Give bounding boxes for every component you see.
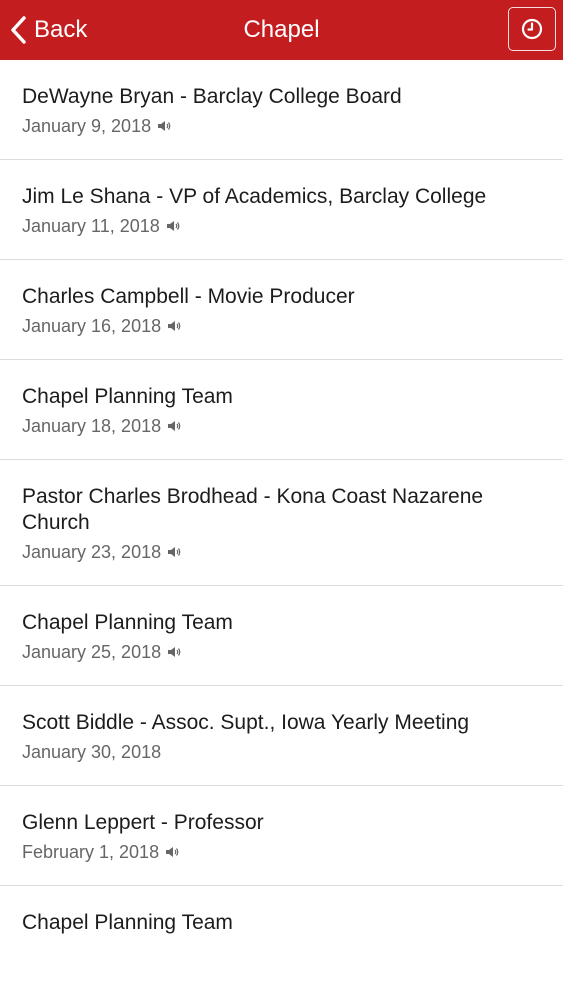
item-meta: February 1, 2018 xyxy=(22,840,541,864)
list-item[interactable]: Chapel Planning Team January 18, 2018 xyxy=(0,360,563,460)
item-date: January 23, 2018 xyxy=(22,542,162,562)
item-date: January 16, 2018 xyxy=(22,316,162,336)
item-title: DeWayne Bryan - Barclay College Board xyxy=(22,85,402,108)
page-title: Chapel xyxy=(243,16,320,43)
item-title: Chapel Planning Team xyxy=(22,911,233,934)
item-title: Glenn Leppert - Professor xyxy=(22,811,264,834)
navigation-bar: Back Chapel xyxy=(0,0,563,60)
item-date: January 30, 2018 xyxy=(22,742,162,762)
item-meta: January 16, 2018 xyxy=(22,314,541,338)
item-meta: January 25, 2018 xyxy=(22,640,541,664)
list-item[interactable]: Pastor Charles Brodhead - Kona Coast Naz… xyxy=(0,460,563,586)
item-title: Jim Le Shana - VP of Academics, Barclay … xyxy=(22,185,487,208)
speaker-icon xyxy=(168,647,181,657)
item-meta: January 23, 2018 xyxy=(22,540,541,564)
history-button[interactable] xyxy=(508,7,556,51)
item-date: January 25, 2018 xyxy=(22,642,162,662)
chapel-list: DeWayne Bryan - Barclay College Board Jan… xyxy=(0,60,563,986)
list-item[interactable]: Chapel Planning Team xyxy=(0,886,563,986)
speaker-icon xyxy=(168,321,181,331)
list-item[interactable]: DeWayne Bryan - Barclay College Board Jan… xyxy=(0,60,563,160)
item-title: Pastor Charles Brodhead - Kona Coast Naz… xyxy=(22,485,484,534)
item-title: Chapel Planning Team xyxy=(22,385,233,408)
list-item[interactable]: Chapel Planning Team January 25, 2018 xyxy=(0,586,563,686)
speaker-icon xyxy=(166,221,180,231)
clock-icon xyxy=(521,18,543,40)
item-meta: January 9, 2018 xyxy=(22,114,541,138)
item-meta: January 11, 2018 xyxy=(22,214,541,238)
item-meta: January 18, 2018 xyxy=(22,414,541,438)
list-item[interactable]: Glenn Leppert - Professor February 1, 201… xyxy=(0,786,563,886)
speaker-icon xyxy=(168,421,181,431)
item-title: Chapel Planning Team xyxy=(22,611,233,634)
item-title: Scott Biddle - Assoc. Supt., Iowa Yearly… xyxy=(22,711,470,734)
speaker-icon xyxy=(158,121,171,131)
item-meta: January 30, 2018 xyxy=(22,740,541,764)
item-date: January 9, 2018 xyxy=(22,116,152,136)
speaker-icon xyxy=(166,847,179,857)
list-item[interactable]: Scott Biddle - Assoc. Supt., Iowa Yearly… xyxy=(0,686,563,786)
list-item[interactable]: Charles Campbell - Movie Producer January… xyxy=(0,260,563,360)
item-title: Charles Campbell - Movie Producer xyxy=(22,285,355,308)
list-item[interactable]: Jim Le Shana - VP of Academics, Barclay … xyxy=(0,160,563,260)
item-date: January 11, 2018 xyxy=(22,216,160,236)
item-date: January 18, 2018 xyxy=(22,416,162,436)
item-date: February 1, 2018 xyxy=(22,842,160,862)
speaker-icon xyxy=(168,547,181,557)
